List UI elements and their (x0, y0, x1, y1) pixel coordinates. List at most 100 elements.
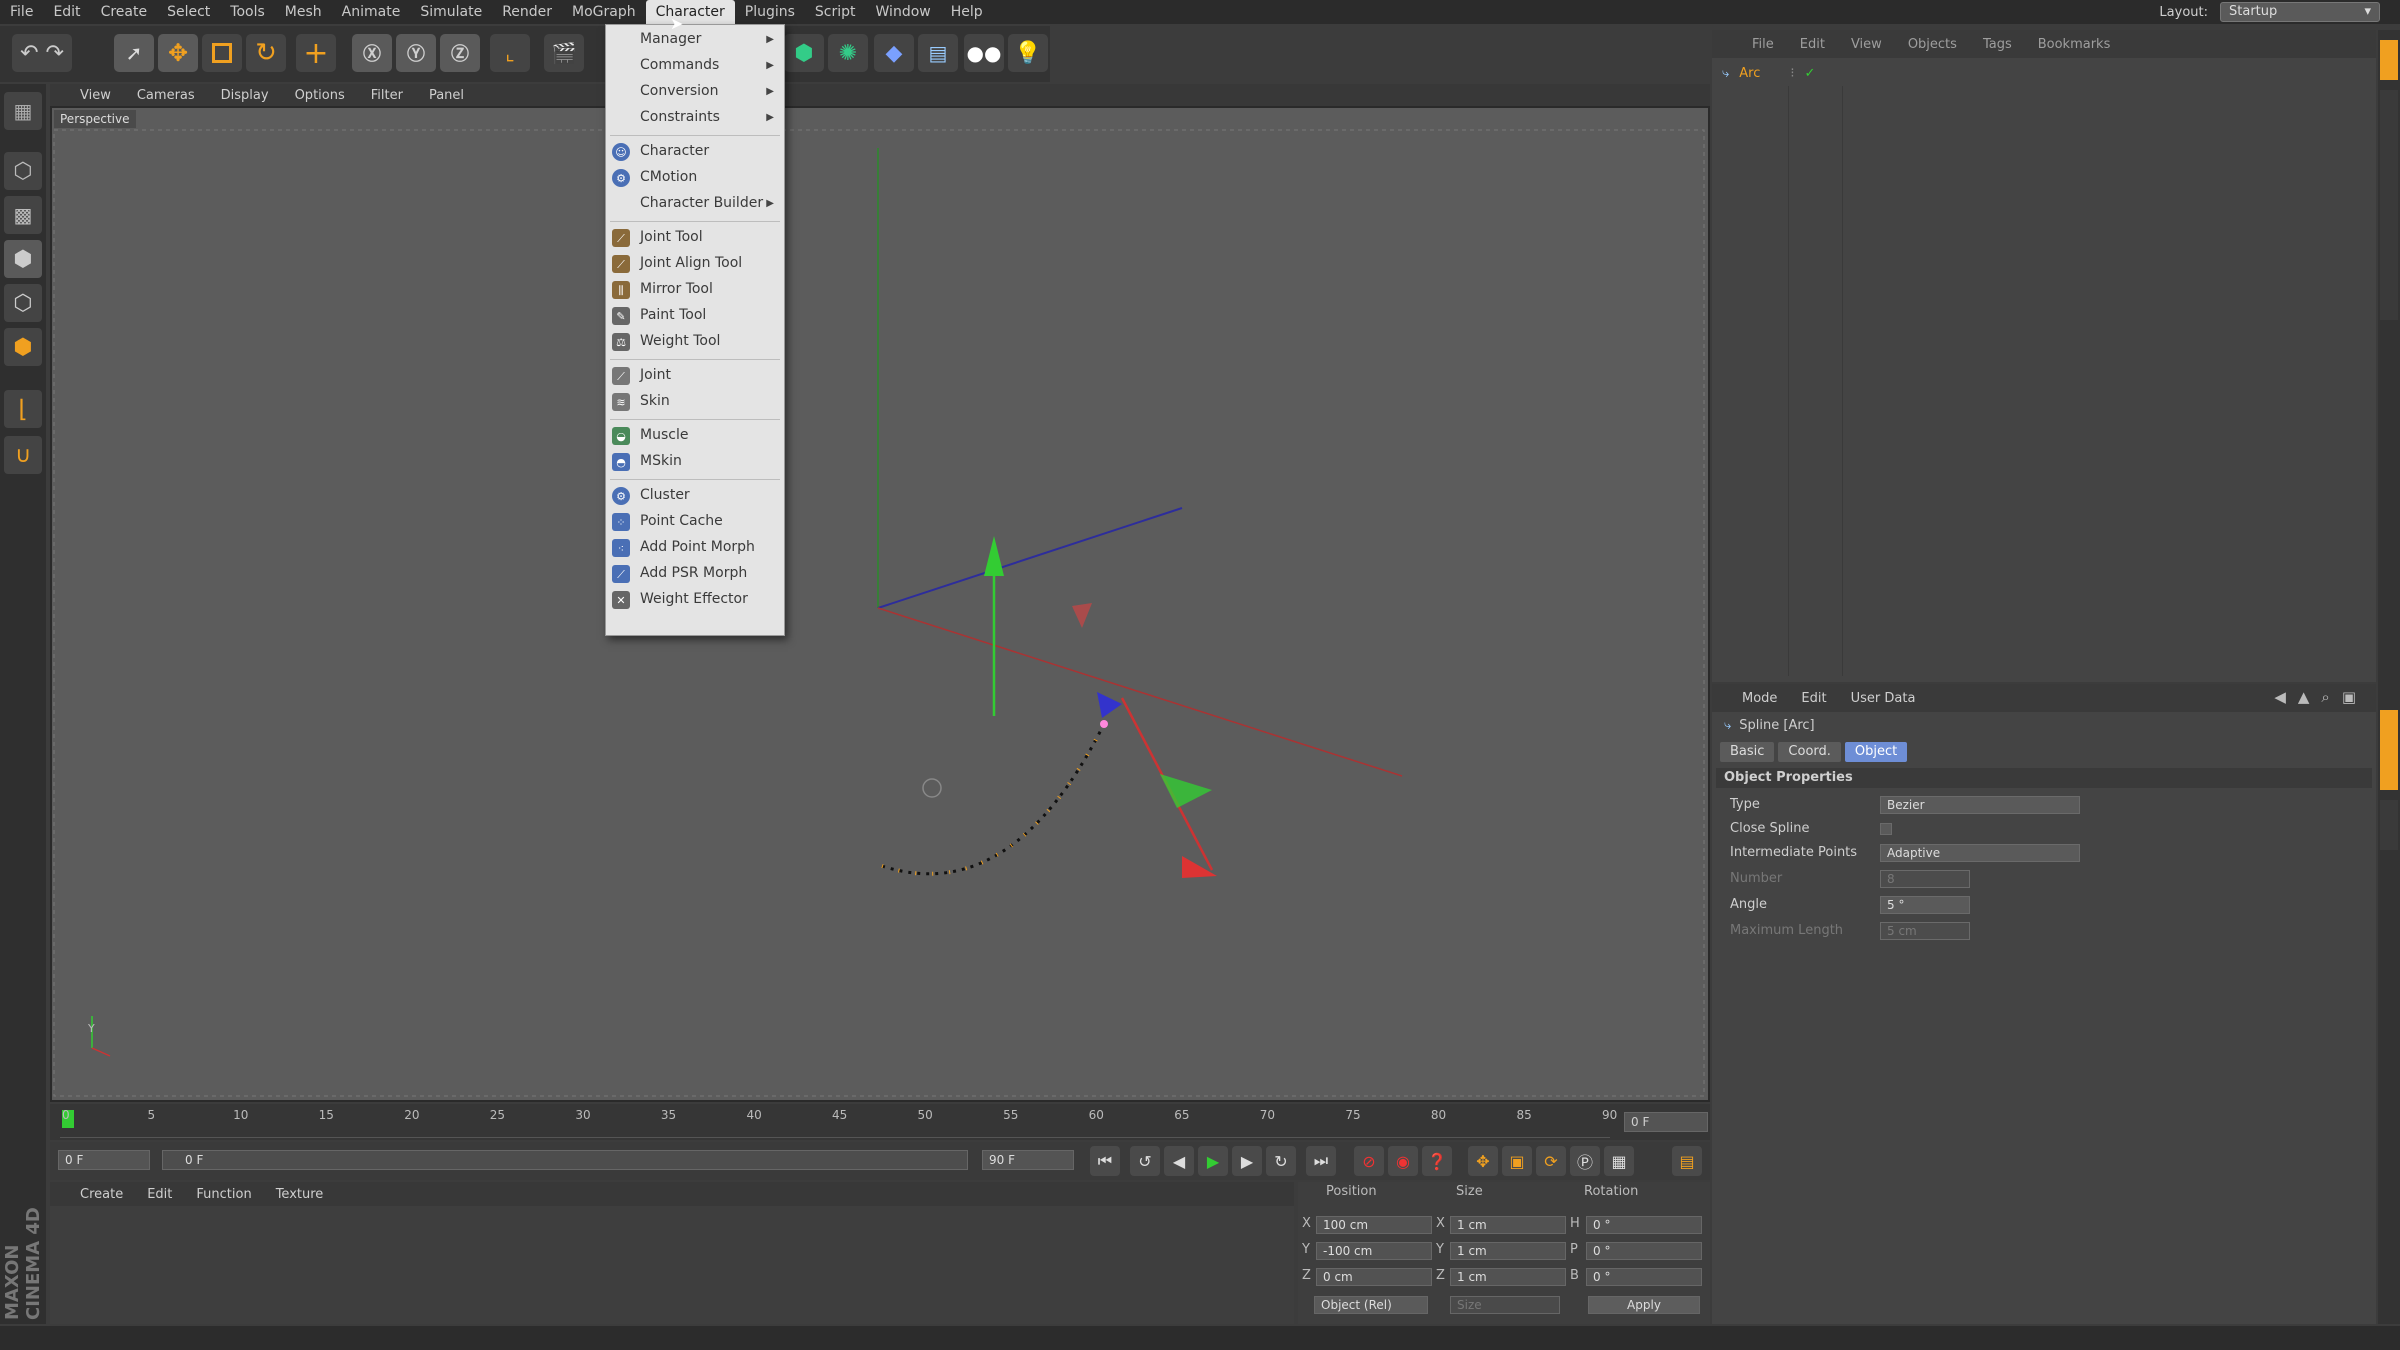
dd-joint-tool[interactable]: ⟋ Joint Tool (606, 225, 784, 250)
dd-mskin[interactable]: ◓ MSkin (606, 449, 784, 474)
menu-character[interactable]: Character (645, 0, 735, 24)
floor-button[interactable]: ▤ (918, 34, 958, 72)
next-frame-button[interactable]: ▶ (1232, 1146, 1262, 1176)
vp-menu-filter[interactable]: Filter (371, 88, 403, 103)
x-axis-lock-button[interactable]: Ⓧ (352, 34, 392, 72)
scale-tool-button[interactable] (202, 34, 242, 72)
move-tool-button[interactable]: ✥ (158, 34, 198, 72)
vp-menu-panel[interactable]: Panel (429, 88, 464, 103)
dd-paint-tool[interactable]: ✎ Paint Tool (606, 303, 784, 328)
render-view-button[interactable]: 🎬 (544, 34, 584, 72)
layout-select[interactable]: Startup ▾ (2220, 2, 2380, 22)
key-pla-button[interactable]: ▦ (1604, 1146, 1634, 1176)
axis-mode-button[interactable]: ⌊ (4, 390, 42, 428)
menu-tools[interactable]: Tools (220, 0, 275, 24)
dd-add-psr-morph[interactable]: ⟋ Add PSR Morph (606, 561, 784, 586)
menu-script[interactable]: Script (805, 0, 866, 24)
select-tool-button[interactable]: ➚ (114, 34, 154, 72)
light-button[interactable]: 💡 (1008, 34, 1048, 72)
object-row-arc[interactable]: ⤷ Arc ⁝ ✓ (1722, 62, 1815, 84)
tab-attributes-vertical[interactable] (2380, 710, 2398, 790)
vp-menu-display[interactable]: Display (221, 88, 269, 103)
camera-button[interactable]: ●● (964, 34, 1004, 72)
dd-cmotion[interactable]: ⚙ CMotion (606, 165, 784, 190)
apply-button[interactable]: Apply (1588, 1296, 1700, 1314)
key-rotation-button[interactable]: ⟳ (1536, 1146, 1566, 1176)
dd-character-builder[interactable]: Character Builder ▶ (606, 191, 784, 216)
dd-character[interactable]: ☺ Character (606, 139, 784, 164)
rotation-h-field[interactable]: 0 ° (1586, 1216, 1702, 1234)
dd-muscle[interactable]: ◒ Muscle (606, 423, 784, 448)
points-mode-button[interactable]: ⬢ (4, 240, 42, 278)
start-frame-field[interactable]: 0 F (58, 1150, 150, 1170)
size-z-field[interactable]: 1 cm (1450, 1268, 1566, 1286)
menu-edit[interactable]: Edit (43, 0, 90, 24)
vp-menu-options[interactable]: Options (295, 88, 345, 103)
frame-range-slider[interactable]: 0 F (162, 1150, 968, 1170)
autokey-button[interactable]: ◉ (1388, 1146, 1418, 1176)
z-axis-lock-button[interactable]: Ⓩ (440, 34, 480, 72)
polygons-mode-button[interactable]: ⬢ (4, 328, 42, 366)
mm-menu-texture[interactable]: Texture (276, 1187, 324, 1202)
up-arrow-icon[interactable]: ▲ (2298, 688, 2310, 706)
y-axis-lock-button[interactable]: Ⓨ (396, 34, 436, 72)
coord-mode-select[interactable]: Object (Rel) (1314, 1296, 1428, 1314)
mograph-cloner-button[interactable]: ⬢ (784, 34, 824, 72)
om-menu-file[interactable]: File (1752, 37, 1774, 52)
dd-joint-align-tool[interactable]: ⟋ Joint Align Tool (606, 251, 784, 276)
tab-objects-vertical[interactable] (2380, 40, 2398, 80)
menu-render[interactable]: Render (492, 0, 562, 24)
vp-menu-cameras[interactable]: Cameras (137, 88, 195, 103)
dd-joint[interactable]: ⟋ Joint (606, 363, 784, 388)
current-frame-field[interactable]: 0 F (1624, 1112, 1708, 1132)
menu-select[interactable]: Select (157, 0, 220, 24)
rotate-tool-button[interactable]: ↻ (246, 34, 286, 72)
snap-button[interactable]: ∪ (4, 436, 42, 474)
checkmark-icon[interactable]: ✓ (1805, 66, 1816, 81)
mm-menu-create[interactable]: Create (80, 1187, 123, 1202)
prev-frame-button[interactable]: ◀ (1164, 1146, 1194, 1176)
menu-file[interactable]: File (0, 0, 43, 24)
deformer-button[interactable]: ◆ (874, 34, 914, 72)
timeline-settings-button[interactable]: ▤ (1672, 1146, 1702, 1176)
position-z-field[interactable]: 0 cm (1316, 1268, 1432, 1286)
prev-key-button[interactable]: ↺ (1130, 1146, 1160, 1176)
menu-mograph[interactable]: MoGraph (562, 0, 646, 24)
menu-plugins[interactable]: Plugins (735, 0, 805, 24)
particles-button[interactable]: ✺ (828, 34, 868, 72)
dd-cluster[interactable]: ⚙ Cluster (606, 483, 784, 508)
live-selection-button[interactable]: + (296, 34, 336, 72)
menu-help[interactable]: Help (941, 0, 993, 24)
rotation-b-field[interactable]: 0 ° (1586, 1268, 1702, 1286)
om-menu-objects[interactable]: Objects (1908, 37, 1957, 52)
goto-start-button[interactable]: ⏮ (1090, 1146, 1120, 1176)
tab-coord[interactable]: Coord. (1778, 742, 1841, 762)
dd-mirror-tool[interactable]: ⫼ Mirror Tool (606, 277, 784, 302)
tab-browser-vertical[interactable] (2380, 90, 2398, 320)
menu-animate[interactable]: Animate (332, 0, 411, 24)
goto-end-button[interactable]: ⏭ (1306, 1146, 1336, 1176)
vp-menu-view[interactable]: View (80, 88, 111, 103)
mm-menu-function[interactable]: Function (196, 1187, 251, 1202)
mm-menu-edit[interactable]: Edit (147, 1187, 172, 1202)
end-frame-field[interactable]: 90 F (982, 1150, 1074, 1170)
menu-simulate[interactable]: Simulate (410, 0, 492, 24)
edges-mode-button[interactable]: ⬡ (4, 284, 42, 322)
make-editable-button[interactable]: ▦ (4, 92, 42, 130)
om-menu-bookmarks[interactable]: Bookmarks (2038, 37, 2111, 52)
back-arrow-icon[interactable]: ◀ (2274, 688, 2286, 706)
type-select[interactable]: Bezier (1880, 796, 2080, 814)
size-y-field[interactable]: 1 cm (1450, 1242, 1566, 1260)
intermediate-select[interactable]: Adaptive (1880, 844, 2080, 862)
dd-weight-effector[interactable]: ✕ Weight Effector (606, 587, 784, 612)
lock-icon[interactable]: ▣ (2342, 688, 2356, 706)
texture-mode-button[interactable]: ▩ (4, 196, 42, 234)
dd-add-point-morph[interactable]: ⁖ Add Point Morph (606, 535, 784, 560)
play-button[interactable]: ▶ (1198, 1146, 1228, 1176)
size-x-field[interactable]: 1 cm (1450, 1216, 1566, 1234)
position-x-field[interactable]: 100 cm (1316, 1216, 1432, 1234)
key-position-button[interactable]: ✥ (1468, 1146, 1498, 1176)
am-menu-mode[interactable]: Mode (1742, 691, 1777, 706)
key-scale-button[interactable]: ▣ (1502, 1146, 1532, 1176)
tab-basic[interactable]: Basic (1720, 742, 1775, 762)
